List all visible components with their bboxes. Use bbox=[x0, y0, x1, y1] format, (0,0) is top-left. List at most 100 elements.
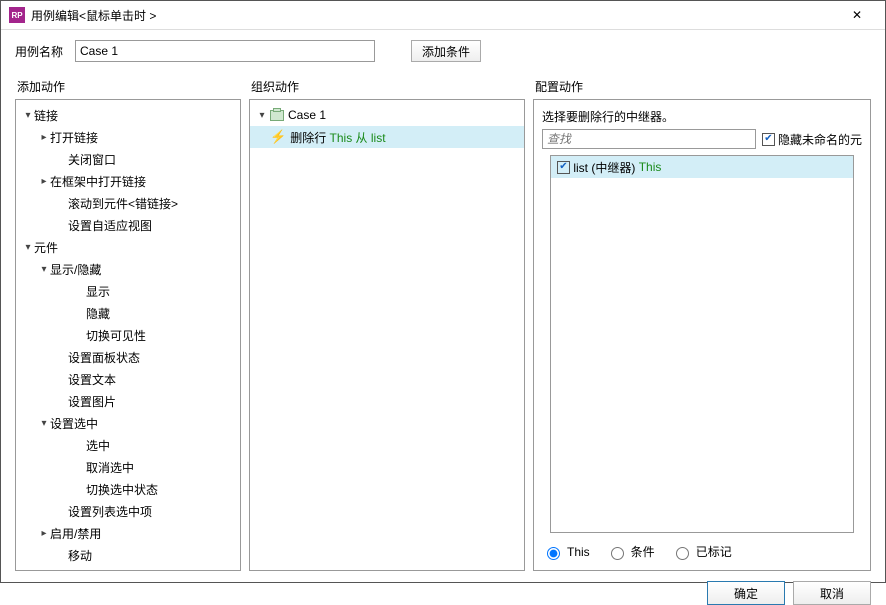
dialog-footer: 确定 取消 bbox=[1, 581, 885, 605]
radio-condition-label: 条件 bbox=[631, 543, 655, 560]
tree-open-in-frame[interactable]: ▸在框架中打开链接 bbox=[16, 170, 240, 192]
add-condition-button[interactable]: 添加条件 bbox=[411, 40, 481, 62]
add-action-column: 添加动作 ▾链接 ▸打开链接 ▸关闭窗口 ▸在框架中打开链接 ▸滚动到元件<错链… bbox=[15, 76, 241, 571]
tree-label: 显示 bbox=[86, 283, 110, 300]
app-icon: RP bbox=[9, 7, 25, 23]
tree-adaptive-view[interactable]: ▸设置自适应视图 bbox=[16, 214, 240, 236]
case-name-input[interactable] bbox=[75, 40, 375, 62]
hide-unnamed-label: 隐藏未命名的元 bbox=[778, 131, 862, 148]
tree-label: 滚动到元件<错链接> bbox=[68, 195, 178, 212]
tree-set-text[interactable]: ▸设置文本 bbox=[16, 368, 240, 390]
tree-label: 设置自适应视图 bbox=[68, 217, 152, 234]
configure-column: 配置动作 选择要删除行的中继器。 ✔ 隐藏未命名的元 ✔ bbox=[533, 76, 871, 571]
close-icon: ✕ bbox=[852, 8, 862, 22]
organize-action-detail: This 从 list bbox=[330, 129, 386, 146]
tree-close-window[interactable]: ▸关闭窗口 bbox=[16, 148, 240, 170]
caret-down-icon: ▾ bbox=[256, 110, 268, 121]
hide-unnamed-checkbox[interactable]: ✔ 隐藏未命名的元 bbox=[762, 131, 862, 148]
radio-this[interactable]: This bbox=[542, 544, 590, 560]
search-input[interactable] bbox=[542, 129, 756, 149]
configure-header: 配置动作 bbox=[533, 76, 871, 99]
tree-label: 设置选中 bbox=[50, 415, 98, 432]
content-area: 用例名称 添加条件 添加动作 ▾链接 ▸打开链接 ▸关闭窗口 ▸在框架中打开链接… bbox=[1, 30, 885, 581]
checkbox-icon: ✔ bbox=[762, 133, 775, 146]
caret-right-icon: ▸ bbox=[38, 528, 50, 539]
tree-label: 设置列表选中项 bbox=[68, 503, 152, 520]
tree-set-image[interactable]: ▸设置图片 bbox=[16, 390, 240, 412]
caret-right-icon: ▸ bbox=[38, 176, 50, 187]
tree-label: 取消选中 bbox=[86, 459, 134, 476]
caret-down-icon: ▾ bbox=[38, 264, 50, 275]
list-item[interactable]: ✔ list (中继器) This bbox=[551, 156, 853, 178]
radio-marked[interactable]: 已标记 bbox=[671, 543, 732, 560]
tree-label: 移动 bbox=[68, 547, 92, 564]
tree-set-list-option[interactable]: ▸设置列表选中项 bbox=[16, 500, 240, 522]
tree-label: 设置图片 bbox=[68, 393, 116, 410]
add-action-header: 添加动作 bbox=[15, 76, 241, 99]
list-item-suffix: This bbox=[639, 160, 662, 174]
action-tree: ▾链接 ▸打开链接 ▸关闭窗口 ▸在框架中打开链接 ▸滚动到元件<错链接> ▸设… bbox=[16, 104, 240, 566]
case-name-row: 用例名称 添加条件 bbox=[15, 40, 871, 62]
close-button[interactable]: ✕ bbox=[837, 1, 877, 29]
caret-down-icon: ▾ bbox=[22, 242, 34, 253]
tree-label: 打开链接 bbox=[50, 129, 98, 146]
tree-panel-state[interactable]: ▸设置面板状态 bbox=[16, 346, 240, 368]
repeater-list[interactable]: ✔ list (中继器) This bbox=[550, 155, 854, 533]
list-item-name: list (中继器) bbox=[573, 159, 635, 176]
tree-widget[interactable]: ▾元件 bbox=[16, 236, 240, 258]
radio-this-label: This bbox=[567, 545, 590, 559]
tree-open-link[interactable]: ▸打开链接 bbox=[16, 126, 240, 148]
configure-search-row: ✔ 隐藏未命名的元 bbox=[534, 129, 870, 155]
tree-label: 切换可见性 bbox=[86, 327, 146, 344]
radio-this-input[interactable] bbox=[547, 547, 560, 560]
tree-enable-disable[interactable]: ▸启用/禁用 bbox=[16, 522, 240, 544]
titlebar: RP 用例编辑<鼠标单击时 > ✕ bbox=[1, 1, 885, 30]
radio-condition[interactable]: 条件 bbox=[606, 543, 655, 560]
tree-set-selected[interactable]: ▾设置选中 bbox=[16, 412, 240, 434]
tree-label: 选中 bbox=[86, 437, 110, 454]
columns: 添加动作 ▾链接 ▸打开链接 ▸关闭窗口 ▸在框架中打开链接 ▸滚动到元件<错链… bbox=[15, 76, 871, 571]
organize-action-label: 删除行 bbox=[290, 129, 326, 146]
tree-hide[interactable]: ▸隐藏 bbox=[16, 302, 240, 324]
radio-condition-input[interactable] bbox=[611, 547, 624, 560]
radio-marked-label: 已标记 bbox=[696, 543, 732, 560]
radio-marked-input[interactable] bbox=[676, 547, 689, 560]
tree-label: 链接 bbox=[34, 107, 58, 124]
tree-show[interactable]: ▸显示 bbox=[16, 280, 240, 302]
case-icon bbox=[270, 110, 284, 121]
tree-label: 在框架中打开链接 bbox=[50, 173, 146, 190]
scope-radios: This 条件 已标记 bbox=[534, 533, 870, 570]
tree-label: 隐藏 bbox=[86, 305, 110, 322]
tree-label: 启用/禁用 bbox=[50, 525, 101, 542]
tree-toggle-select[interactable]: ▸切换选中状态 bbox=[16, 478, 240, 500]
bolt-icon: ⚡ bbox=[270, 129, 286, 145]
case-editor-window: RP 用例编辑<鼠标单击时 > ✕ 用例名称 添加条件 添加动作 ▾链接 ▸打开… bbox=[0, 0, 886, 583]
organize-action-row[interactable]: ⚡ 删除行 This 从 list bbox=[250, 126, 524, 148]
tree-label: 设置面板状态 bbox=[68, 349, 140, 366]
tree-show-hide[interactable]: ▾显示/隐藏 bbox=[16, 258, 240, 280]
organize-case-row[interactable]: ▾ Case 1 bbox=[250, 104, 524, 126]
tree-move[interactable]: ▸移动 bbox=[16, 544, 240, 566]
organize-header: 组织动作 bbox=[249, 76, 525, 99]
action-tree-panel[interactable]: ▾链接 ▸打开链接 ▸关闭窗口 ▸在框架中打开链接 ▸滚动到元件<错链接> ▸设… bbox=[15, 99, 241, 571]
window-title: 用例编辑<鼠标单击时 > bbox=[31, 7, 837, 24]
checkbox-icon: ✔ bbox=[557, 161, 570, 174]
tree-toggle-vis[interactable]: ▸切换可见性 bbox=[16, 324, 240, 346]
cancel-button[interactable]: 取消 bbox=[793, 581, 871, 605]
ok-button[interactable]: 确定 bbox=[707, 581, 785, 605]
tree-label: 切换选中状态 bbox=[86, 481, 158, 498]
tree-select[interactable]: ▸选中 bbox=[16, 434, 240, 456]
tree-label: 显示/隐藏 bbox=[50, 261, 101, 278]
organize-column: 组织动作 ▾ Case 1 ⚡ 删除行 This 从 list bbox=[249, 76, 525, 571]
organize-panel[interactable]: ▾ Case 1 ⚡ 删除行 This 从 list bbox=[249, 99, 525, 571]
tree-label: 元件 bbox=[34, 239, 58, 256]
tree-label: 设置文本 bbox=[68, 371, 116, 388]
organize-case-name: Case 1 bbox=[288, 108, 326, 122]
tree-deselect[interactable]: ▸取消选中 bbox=[16, 456, 240, 478]
case-name-label: 用例名称 bbox=[15, 43, 63, 60]
tree-scroll-to[interactable]: ▸滚动到元件<错链接> bbox=[16, 192, 240, 214]
caret-right-icon: ▸ bbox=[38, 132, 50, 143]
caret-down-icon: ▾ bbox=[22, 110, 34, 121]
tree-link[interactable]: ▾链接 bbox=[16, 104, 240, 126]
tree-label: 关闭窗口 bbox=[68, 151, 116, 168]
